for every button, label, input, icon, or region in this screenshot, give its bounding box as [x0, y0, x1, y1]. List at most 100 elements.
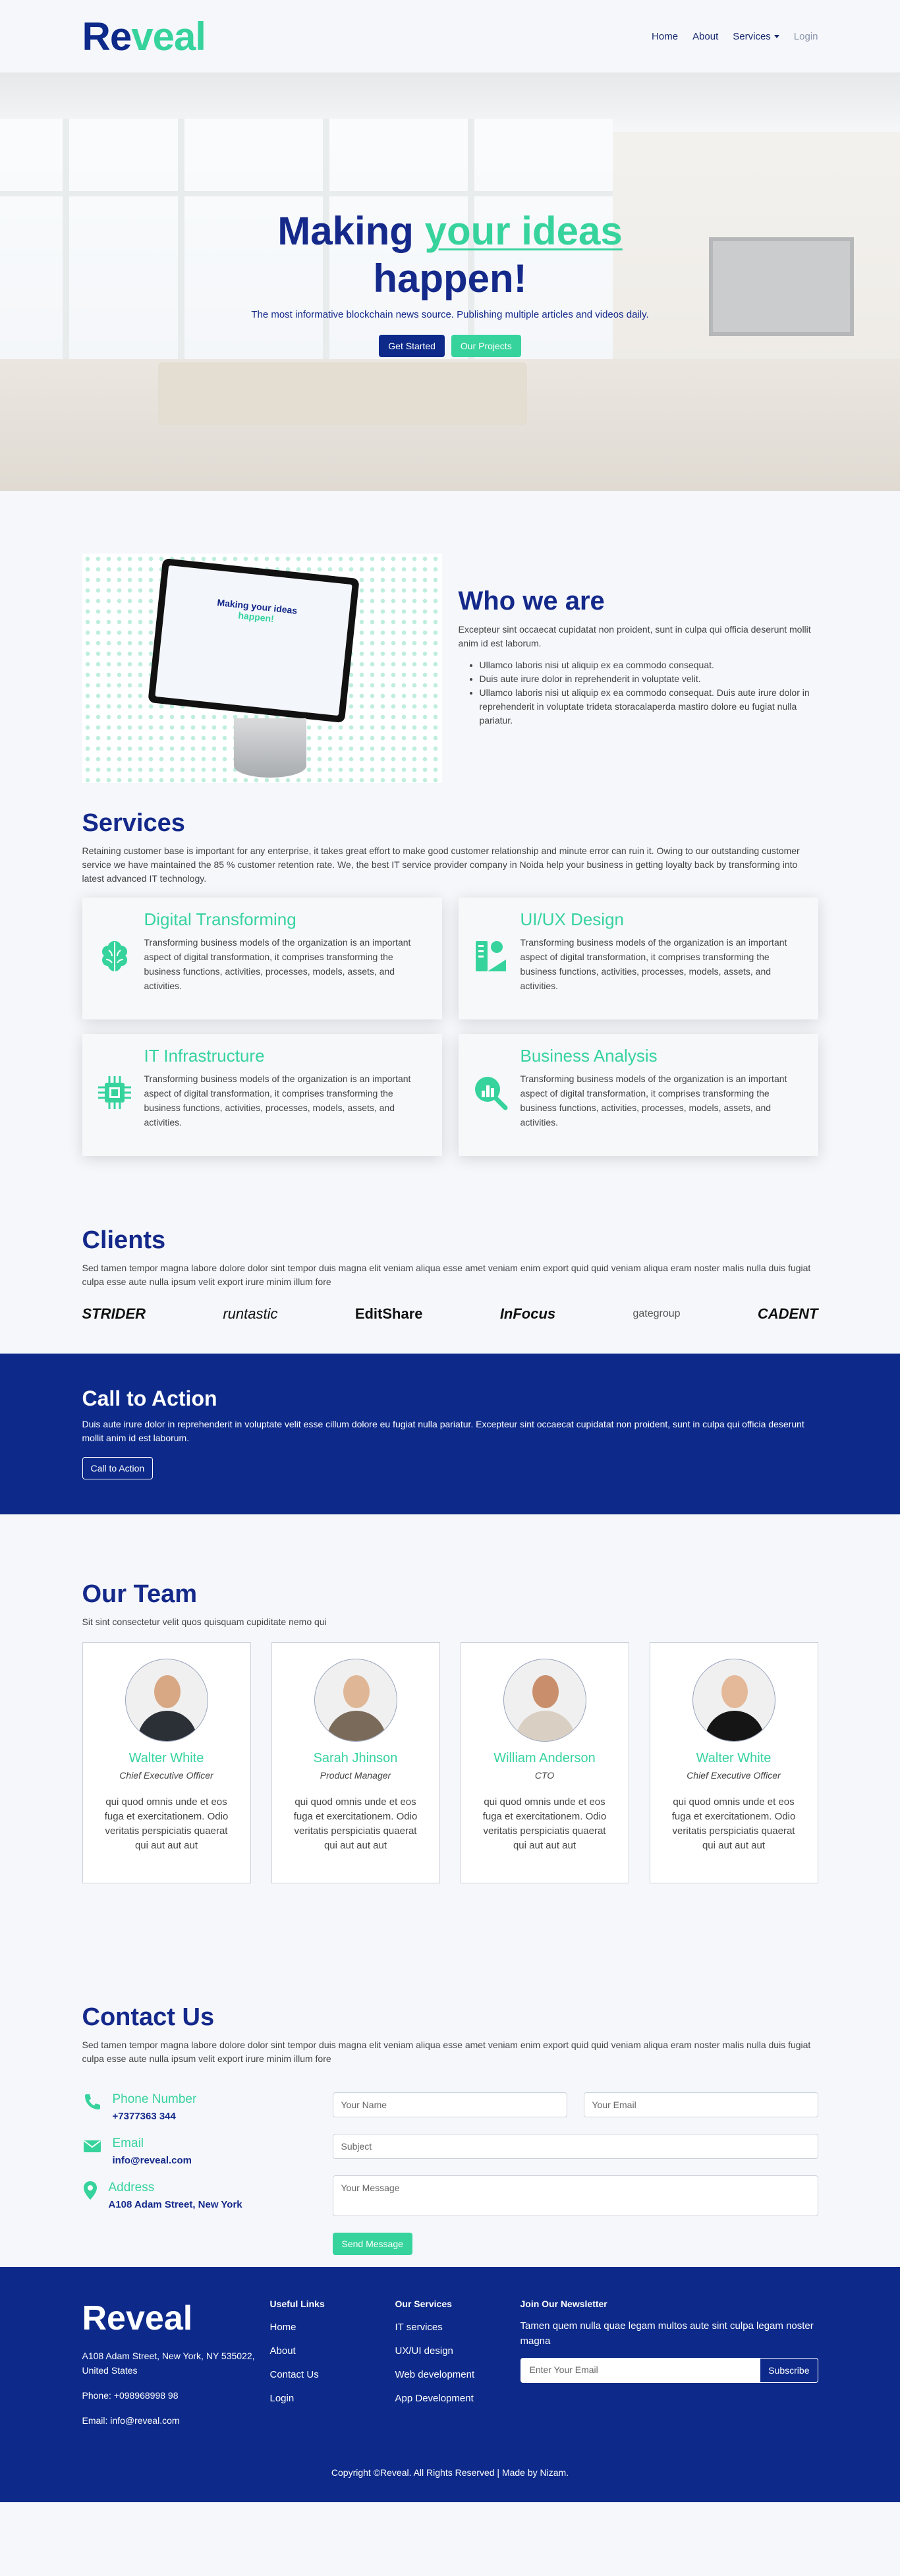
service-text: Transforming business models of the orga…	[144, 937, 411, 991]
about-image: Making your ideas happen!	[82, 554, 442, 783]
member-name: Walter White	[696, 1751, 772, 1765]
avatar-head	[154, 1675, 181, 1708]
service-text: Transforming business models of the orga…	[144, 1073, 411, 1128]
nav-about[interactable]: About	[692, 31, 718, 42]
cta-title: Call to Action	[82, 1387, 217, 1410]
clients-section: Clients Sed tamen tempor magna labore do…	[0, 1156, 900, 1354]
services-grid: Digital Transforming Transforming busine…	[82, 898, 818, 1156]
footer-email: Email: info@reveal.com	[82, 2415, 180, 2426]
hero-section: Making your ideas happen! The most infor…	[0, 72, 900, 491]
chevron-down-icon	[773, 35, 779, 39]
footer-link-web-dev[interactable]: Web development	[395, 2369, 520, 2380]
message-textarea[interactable]: Your Message	[332, 2175, 818, 2216]
footer: Reveal A108 Adam Street, New York, NY 53…	[0, 2267, 900, 2502]
phone-value: +7377363 344	[112, 2111, 176, 2122]
call-to-action-button[interactable]: Call to Action	[82, 1457, 154, 1479]
service-title: UI/UX Design	[520, 909, 625, 929]
about-text: Who we are Excepteur sint occaecat cupid…	[459, 554, 818, 783]
nav-services-label: Services	[733, 30, 771, 42]
get-started-button[interactable]: Get Started	[379, 335, 445, 357]
subscribe-button[interactable]: Subscribe	[760, 2358, 818, 2383]
footer-link-it-services[interactable]: IT services	[395, 2322, 520, 2333]
team-member-card: William Anderson CTO qui quod omnis unde…	[460, 1642, 629, 1883]
team-member-card: Sarah Jhinson Product Manager qui quod o…	[271, 1642, 440, 1883]
brain-icon	[96, 909, 135, 1008]
member-bio: qui quod omnis unde et eos fuga et exerc…	[293, 1796, 418, 1851]
email-label: Email	[112, 2136, 144, 2150]
footer-link-login[interactable]: Login	[270, 2393, 395, 2404]
client-logos: STRIDER runtastic EditShare InFocus gate…	[82, 1301, 818, 1327]
team-member-card: Walter White Chief Executive Officer qui…	[82, 1642, 251, 1883]
brand-logo-re: Re	[82, 14, 132, 59]
footer-link-app-dev[interactable]: App Development	[395, 2393, 520, 2404]
about-title: Who we are	[458, 587, 605, 615]
nav-menu: Home About Services Login	[652, 31, 818, 42]
hero-content: Making your ideas happen! The most infor…	[0, 208, 900, 357]
service-title: IT Infrastructure	[144, 1046, 265, 1066]
our-projects-button[interactable]: Our Projects	[451, 335, 521, 357]
list-item: Ullamco laboris nisi ut aliquip ex ea co…	[480, 686, 818, 728]
clients-title: Clients	[82, 1226, 166, 1254]
avatar-head	[721, 1675, 748, 1708]
navbar: Reveal Home About Services Login	[0, 0, 900, 72]
team-grid: Walter White Chief Executive Officer qui…	[82, 1642, 818, 1883]
footer-link-contact[interactable]: Contact Us	[270, 2369, 395, 2380]
nav-home[interactable]: Home	[652, 31, 678, 42]
member-role: Chief Executive Officer	[119, 1770, 213, 1781]
contact-phone: Phone Number +7377363 344	[82, 2092, 333, 2122]
subject-input[interactable]: Subject	[332, 2134, 818, 2159]
service-card-infrastructure: IT Infrastructure Transforming business …	[82, 1034, 442, 1156]
team-section: Our Team Sit sint consectetur velit quos…	[0, 1514, 900, 1957]
footer-brand: Reveal	[82, 2299, 193, 2337]
member-role: Product Manager	[320, 1770, 391, 1781]
brand-logo[interactable]: Reveal	[82, 14, 206, 59]
member-bio: qui quod omnis unde et eos fuga et exerc…	[671, 1796, 796, 1851]
member-name: Sarah Jhinson	[313, 1751, 398, 1765]
useful-links-title: Useful Links	[269, 2299, 325, 2309]
monitor-screen: Making your ideas happen!	[154, 565, 352, 716]
services-section: Services Retaining customer base is impo…	[0, 774, 900, 1156]
cta-section: Call to Action Duis aute irure dolor in …	[0, 1354, 900, 1514]
team-subtitle: Sit sint consectetur velit quos quisquam…	[82, 1617, 327, 1627]
monitor-illustration: Making your ideas happen!	[147, 558, 360, 724]
contact-email: Email info@reveal.com	[82, 2136, 333, 2166]
cta-text: Duis aute irure dolor in reprehenderit i…	[82, 1419, 804, 1443]
nav-services[interactable]: Services	[733, 31, 779, 42]
cpu-icon	[96, 1046, 135, 1144]
avatar-body	[515, 1711, 575, 1741]
member-role: CTO	[534, 1770, 555, 1781]
about-section: Making your ideas happen! Who we are Exc…	[0, 491, 900, 783]
footer-useful-links: Useful Links Home About Contact Us Login	[270, 2299, 395, 2428]
name-input[interactable]: Your Name	[332, 2092, 567, 2117]
newsletter-email-input[interactable]: Enter Your Email	[520, 2358, 760, 2383]
email-input[interactable]: Your Email	[583, 2092, 818, 2117]
address-label: Address	[108, 2181, 155, 2194]
service-text: Transforming business models of the orga…	[520, 1073, 787, 1128]
services-intro: Retaining customer base is important for…	[82, 845, 800, 884]
member-bio: qui quod omnis unde et eos fuga et exerc…	[482, 1796, 607, 1851]
team-title: Our Team	[82, 1580, 198, 1608]
member-role: Chief Executive Officer	[687, 1770, 781, 1781]
send-message-button[interactable]: Send Message	[332, 2233, 412, 2255]
newsletter-title: Join Our Newsletter	[520, 2299, 607, 2309]
contact-info: Phone Number +7377363 344 Email info@rev…	[82, 2092, 333, 2255]
service-text: Transforming business models of the orga…	[520, 937, 787, 991]
envelope-icon	[82, 2136, 102, 2166]
avatar	[125, 1659, 208, 1742]
service-card-analysis: Business Analysis Transforming business …	[458, 1034, 818, 1156]
contact-title: Contact Us	[82, 2003, 215, 2031]
footer-services: Our Services IT services UX/UI design We…	[395, 2299, 520, 2428]
list-item: Ullamco laboris nisi ut aliquip ex ea co…	[480, 658, 818, 672]
nav-login[interactable]: Login	[794, 31, 818, 42]
avatar	[503, 1659, 586, 1742]
footer-address: A108 Adam Street, New York, NY 535022, U…	[82, 2351, 255, 2376]
footer-link-about[interactable]: About	[270, 2345, 395, 2357]
contact-form: Your Name Your Email Subject Your Messag…	[332, 2092, 818, 2255]
client-logo-gategroup: gategroup	[633, 1308, 681, 1319]
footer-link-home[interactable]: Home	[270, 2322, 395, 2333]
hero-subtitle: The most informative blockchain news sou…	[251, 309, 649, 320]
footer-link-uxui[interactable]: UX/UI design	[395, 2345, 520, 2357]
brand-logo-veal: veal	[131, 14, 206, 59]
footer-newsletter: Join Our Newsletter Tamen quem nulla qua…	[520, 2299, 818, 2428]
hero-title: Making your ideas happen!	[0, 208, 900, 302]
